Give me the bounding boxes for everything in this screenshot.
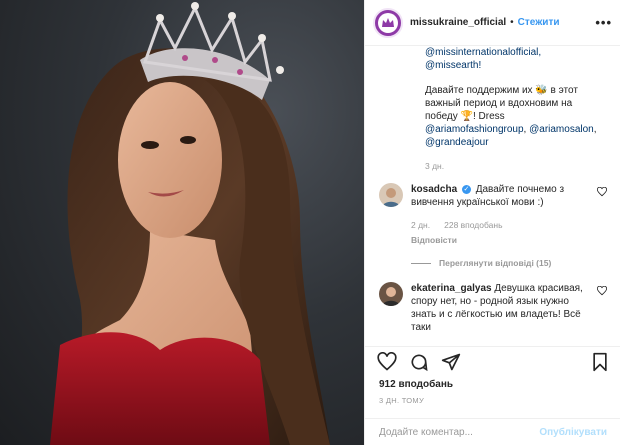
post-photo[interactable] xyxy=(0,0,364,445)
account-avatar[interactable] xyxy=(373,7,403,38)
like-heart-icon[interactable] xyxy=(377,351,397,372)
replies-divider xyxy=(411,263,431,264)
caption-timestamp[interactable]: 3 дн. xyxy=(379,161,607,171)
comment-like-heart-icon[interactable] xyxy=(597,186,607,200)
post-actions xyxy=(365,346,620,376)
comment-timestamp[interactable]: 2 дн. xyxy=(411,219,430,232)
caption-mention[interactable]: @ariamofashiongroup xyxy=(425,124,524,135)
photo-illustration xyxy=(50,2,330,445)
post-date: 3 ДН. ТОМУ xyxy=(379,396,425,405)
caption-text: Давайте поддержим их 🐝 в этот важный пер… xyxy=(425,85,578,122)
likes-count[interactable]: 912 вподобань xyxy=(379,379,453,390)
bookmark-icon[interactable] xyxy=(591,352,609,372)
comment-likes[interactable]: 228 вподобань xyxy=(444,219,502,232)
comment-username[interactable]: kosadcha xyxy=(411,184,457,195)
header-username[interactable]: missukraine_official xyxy=(410,17,506,28)
caption-text: , xyxy=(593,124,597,135)
header-separator: • xyxy=(510,17,514,28)
view-replies-button[interactable]: Переглянути відповіді (15) xyxy=(411,257,589,270)
view-replies-label: Переглянути відповіді (15) xyxy=(439,258,552,268)
commenter-avatar[interactable] xyxy=(379,282,403,306)
comment-input[interactable] xyxy=(379,426,540,438)
caption-mention[interactable]: @grandeajour xyxy=(425,137,489,148)
commenter-avatar[interactable] xyxy=(379,183,403,207)
comments-list[interactable]: @missinternationalofficial, @missearth! … xyxy=(365,46,620,346)
crown-icon xyxy=(378,12,398,33)
comment-username[interactable]: ekaterina_galyas xyxy=(411,283,492,294)
post-modal: missukraine_official • Стежити ••• @miss… xyxy=(0,0,620,445)
comment-item: ekaterina_galyas Девушка красивая, спору… xyxy=(379,282,607,334)
comment-item: kosadcha ✓ Давайте почнемо з вивчення ук… xyxy=(379,183,607,270)
verified-badge-icon: ✓ xyxy=(461,185,471,194)
post-caption: @missinternationalofficial, @missearth! … xyxy=(379,46,607,149)
caption-mention[interactable]: @ariamosalon xyxy=(529,124,594,135)
share-icon[interactable] xyxy=(441,352,461,372)
publish-button[interactable]: Опублікувати xyxy=(539,427,607,438)
comment-like-heart-icon[interactable] xyxy=(597,285,607,299)
add-comment-bar: Опублікувати xyxy=(365,418,620,445)
post-sidebar: missukraine_official • Стежити ••• @miss… xyxy=(364,0,620,445)
caption-mention[interactable]: @missearth! xyxy=(425,60,481,71)
post-header: missukraine_official • Стежити ••• xyxy=(365,0,620,46)
caption-mention[interactable]: @missinternationalofficial, xyxy=(425,47,541,58)
follow-button[interactable]: Стежити xyxy=(518,17,560,28)
reply-button[interactable]: Відповісти xyxy=(411,234,589,247)
comment-icon[interactable] xyxy=(409,352,429,372)
more-icon[interactable]: ••• xyxy=(595,15,612,30)
